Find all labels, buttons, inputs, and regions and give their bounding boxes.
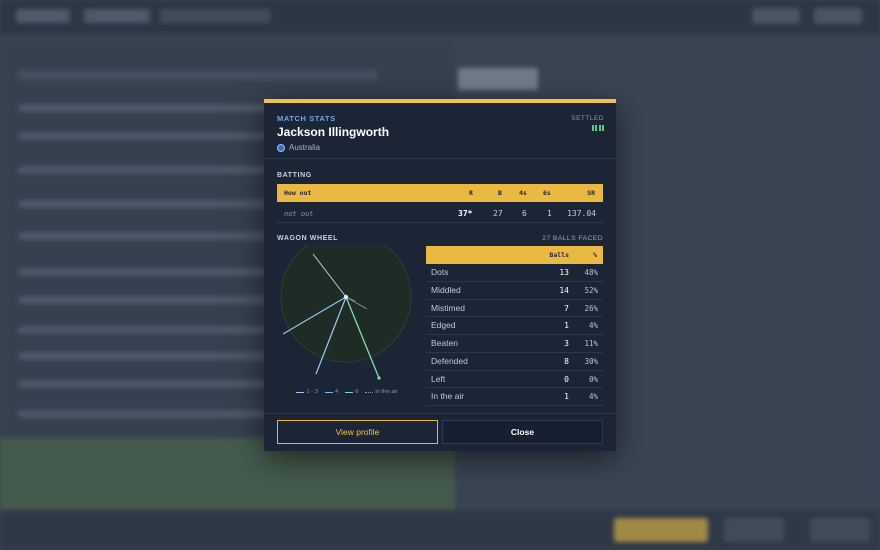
stat-row-in-the-air: In the air 1 4% <box>426 388 603 406</box>
header-stat-pct: % <box>593 251 597 259</box>
stat-row-beaten: Beaten 3 11% <box>426 335 603 353</box>
stat-label: In the air <box>431 391 465 402</box>
balls-value: 27 <box>493 209 503 218</box>
wagon-wheel-label: Wagon wheel <box>277 235 339 242</box>
country-label: Australia <box>289 143 321 152</box>
match-stats-modal: Match stats Jackson Illingworth Australi… <box>264 99 616 451</box>
stat-pct: 0% <box>588 374 598 384</box>
globe-icon <box>277 143 285 152</box>
sixes-value: 1 <box>547 209 552 218</box>
stat-pct: 26% <box>584 303 598 313</box>
stat-label: Mistimed <box>431 302 466 313</box>
legend-item: 4 <box>324 389 338 395</box>
batting-table-header: How out R B 4s 6s SR <box>277 184 603 202</box>
header-stat-balls: Balls <box>549 251 569 259</box>
match-status: Settled <box>571 115 604 122</box>
stat-balls: 8 <box>564 356 569 366</box>
stat-label: Edged <box>431 320 456 331</box>
header-how-out: How out <box>284 189 312 197</box>
strike-rate-value: 137.04 <box>567 209 596 218</box>
shot-end-marker <box>377 376 381 380</box>
modal-header: Match stats Jackson Illingworth Australi… <box>264 103 616 159</box>
stat-balls: 3 <box>564 339 569 348</box>
stat-pct: 4% <box>588 392 598 402</box>
stat-label: Beaten <box>431 338 458 348</box>
stat-balls: 1 <box>564 321 569 331</box>
batter-position <box>343 294 349 300</box>
legend-item: 1 - 3 <box>296 389 318 395</box>
stat-balls: 0 <box>564 374 569 384</box>
balls-faced: 27 balls faced <box>542 235 603 242</box>
stat-row-edged: Edged 1 4% <box>426 317 603 335</box>
signal-bars-icon <box>591 125 604 131</box>
stat-balls: 13 <box>559 268 569 277</box>
stat-row-defended: Defended 8 30% <box>426 353 603 371</box>
fours-value: 6 <box>522 209 527 218</box>
stat-pct: 30% <box>584 356 598 366</box>
player-name: Jackson Illingworth <box>277 125 390 139</box>
header-fours: 4s <box>519 189 527 197</box>
stat-balls: 14 <box>559 285 569 295</box>
stat-label: Dots <box>431 267 449 277</box>
shot-stats-header: Balls % <box>426 246 603 264</box>
player-country: Australia <box>277 143 320 152</box>
batting-section-label: Batting <box>277 172 312 179</box>
runs-value: 37* <box>458 209 473 218</box>
legend-item: in the air <box>365 389 398 395</box>
legend-item: 6 <box>345 389 358 395</box>
stat-label: Middled <box>431 284 461 295</box>
header-sixes: 6s <box>543 189 551 197</box>
wagon-wheel-chart <box>280 245 412 380</box>
stat-balls: 1 <box>564 392 569 402</box>
batting-table-row: not out 37* 27 6 1 137.04 <box>277 205 603 223</box>
stat-balls: 7 <box>564 303 569 313</box>
how-out-value: not out <box>284 210 314 218</box>
header-runs: R <box>469 189 473 197</box>
stat-row-middled: Middled 14 52% <box>426 282 603 300</box>
stat-pct: 48% <box>584 268 598 277</box>
stat-pct: 4% <box>588 321 598 331</box>
wagon-wheel-legend: 1 - 3 4 6 in the air <box>277 389 417 395</box>
header-strike-rate: SR <box>587 189 595 197</box>
modal-eyebrow: Match stats <box>277 114 336 123</box>
stat-label: Defended <box>431 355 468 366</box>
stat-pct: 52% <box>584 285 598 295</box>
stat-row-left: Left 0 0% <box>426 371 603 389</box>
stat-label: Left <box>431 373 446 384</box>
stat-pct: 11% <box>584 339 598 348</box>
close-button[interactable]: Close <box>442 420 603 444</box>
stat-row-mistimed: Mistimed 7 26% <box>426 300 603 318</box>
modal-footer: View profile Close <box>264 413 616 455</box>
header-balls: B <box>498 189 502 197</box>
view-profile-button[interactable]: View profile <box>277 420 438 444</box>
stat-row-dots: Dots 13 48% <box>426 264 603 282</box>
